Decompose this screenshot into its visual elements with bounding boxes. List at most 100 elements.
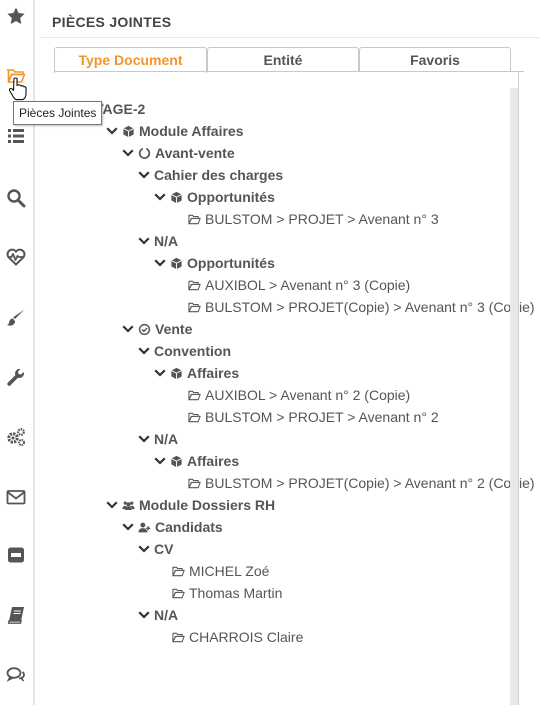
tree-node[interactable]: Affaires (154, 362, 239, 384)
book-icon[interactable] (5, 604, 27, 626)
chevron-down-icon[interactable] (154, 191, 166, 203)
tree-node-label: CHARROIS Claire (189, 629, 304, 645)
comments-icon[interactable] (5, 664, 27, 686)
tree-node-label: AUXIBOL > Avenant n° 2 (Copie) (205, 387, 411, 403)
tree-folder[interactable]: BULSTOM > PROJET(Copie) > Avenant n° 2 (… (188, 472, 535, 494)
chevron-down-icon[interactable] (138, 169, 150, 181)
inbox-icon[interactable] (5, 544, 27, 566)
cube-icon (122, 125, 135, 138)
wrench-icon[interactable] (5, 367, 27, 389)
chevron-down-icon[interactable] (138, 345, 150, 357)
chevron-down-icon[interactable] (138, 543, 150, 555)
tree-node[interactable]: Module Dossiers RH (106, 494, 275, 516)
chevron-down-icon[interactable] (106, 499, 118, 511)
folder-icon (188, 301, 201, 314)
tree-node-label: AUXIBOL > Avenant n° 3 (Copie) (205, 277, 411, 293)
folder-icon (188, 279, 201, 292)
tree-node[interactable]: Cahier des charges (138, 164, 283, 186)
tree-node[interactable]: N/A (138, 604, 178, 626)
cube-icon (170, 191, 183, 204)
chevron-down-icon[interactable] (138, 235, 150, 247)
circle-notch-icon (138, 147, 151, 160)
tree-node-label: N/A (154, 233, 179, 249)
tooltip: Pièces Jointes (13, 101, 103, 125)
tree-node-label: Avant-vente (155, 145, 235, 161)
tree-node-label: MICHEL Zoé (189, 563, 270, 579)
tree-node-label: CV (154, 541, 174, 557)
gears-icon[interactable] (5, 426, 27, 448)
search-icon[interactable] (5, 187, 27, 209)
panel-border (518, 72, 519, 705)
star-icon[interactable] (5, 5, 27, 27)
tree-node-label: N/A (154, 431, 179, 447)
tree-node-label: Opportunités (187, 255, 275, 271)
hand-cursor-icon (9, 77, 27, 101)
tree-node[interactable]: Affaires (154, 450, 239, 472)
tree-node-label: Module Affaires (139, 123, 244, 139)
tree-node-label: Convention (154, 343, 231, 359)
chevron-down-icon[interactable] (154, 257, 166, 269)
tree-node[interactable]: N/A (138, 428, 178, 450)
check-circle-icon (138, 323, 151, 336)
tree-folder[interactable]: AUXIBOL > Avenant n° 2 (Copie) (188, 384, 410, 406)
chevron-down-icon[interactable] (122, 147, 134, 159)
folder-icon (172, 631, 185, 644)
tab-bar: Type Document Entité Favoris (54, 47, 512, 73)
tree-node-label: BULSTOM > PROJET > Avenant n° 3 (205, 211, 439, 227)
tree-node[interactable]: TAGE-2 (95, 98, 145, 120)
heartbeat-icon[interactable] (5, 246, 27, 268)
cube-icon (170, 455, 183, 468)
tree-node[interactable]: Opportunités (154, 186, 275, 208)
cube-icon (170, 257, 183, 270)
tree-node-label: Affaires (187, 365, 240, 381)
tree-folder[interactable]: BULSTOM > PROJET(Copie) > Avenant n° 3 (… (188, 296, 535, 318)
chevron-down-icon[interactable] (122, 521, 134, 533)
tree-node[interactable]: Avant-vente (122, 142, 235, 164)
tree-node-label: Affaires (187, 453, 240, 469)
chevron-down-icon[interactable] (138, 433, 150, 445)
chevron-down-icon[interactable] (106, 125, 118, 137)
tree-node-label: Cahier des charges (154, 167, 284, 183)
chevron-down-icon[interactable] (154, 367, 166, 379)
chevron-down-icon[interactable] (138, 609, 150, 621)
tree-node-label: TAGE-2 (95, 101, 146, 117)
tree-folder[interactable]: CHARROIS Claire (172, 626, 303, 648)
page-title: PIÈCES JOINTES (52, 14, 172, 30)
list-icon[interactable] (5, 125, 27, 147)
tree-folder[interactable]: AUXIBOL > Avenant n° 3 (Copie) (188, 274, 410, 296)
tree-node[interactable]: Candidats (122, 516, 223, 538)
brush-icon[interactable] (5, 307, 27, 329)
tree-node[interactable]: Opportunités (154, 252, 275, 274)
tree-folder[interactable]: BULSTOM > PROJET > Avenant n° 2 (188, 406, 439, 428)
tree-node-label: Module Dossiers RH (139, 497, 276, 513)
tree-node-label: BULSTOM > PROJET(Copie) > Avenant n° 3 (… (205, 299, 535, 315)
user-plus-icon (138, 521, 151, 534)
tree-node[interactable]: Vente (122, 318, 192, 340)
chevron-down-icon[interactable] (122, 323, 134, 335)
folder-icon (172, 565, 185, 578)
tab-entite[interactable]: Entité (207, 47, 359, 71)
cube-icon (170, 367, 183, 380)
tree-node[interactable]: Convention (138, 340, 231, 362)
tree-node-label: Thomas Martin (189, 585, 283, 601)
title-divider (40, 37, 540, 38)
tree-scrollbar[interactable] (510, 88, 518, 705)
chevron-down-icon[interactable] (154, 455, 166, 467)
tree-folder[interactable]: Thomas Martin (172, 582, 282, 604)
tree-node[interactable]: N/A (138, 230, 178, 252)
users-icon (122, 499, 135, 512)
main-panel: PIÈCES JOINTES Type Document Entité Favo… (40, 0, 540, 705)
tree-node[interactable]: Module Affaires (106, 120, 244, 142)
tab-type-document[interactable]: Type Document (54, 47, 207, 73)
tree-node-label: Opportunités (187, 189, 275, 205)
tree-folder[interactable]: BULSTOM > PROJET > Avenant n° 3 (188, 208, 439, 230)
tree-node[interactable]: CV (138, 538, 173, 560)
envelope-icon[interactable] (5, 486, 27, 508)
tab-favoris[interactable]: Favoris (359, 47, 511, 71)
tree-node-label: Vente (155, 321, 193, 337)
tab-underline (54, 71, 524, 72)
folder-icon (188, 477, 201, 490)
tree-folder[interactable]: MICHEL Zoé (172, 560, 269, 582)
folder-icon (188, 411, 201, 424)
tree-node-label: BULSTOM > PROJET(Copie) > Avenant n° 2 (… (205, 475, 535, 491)
